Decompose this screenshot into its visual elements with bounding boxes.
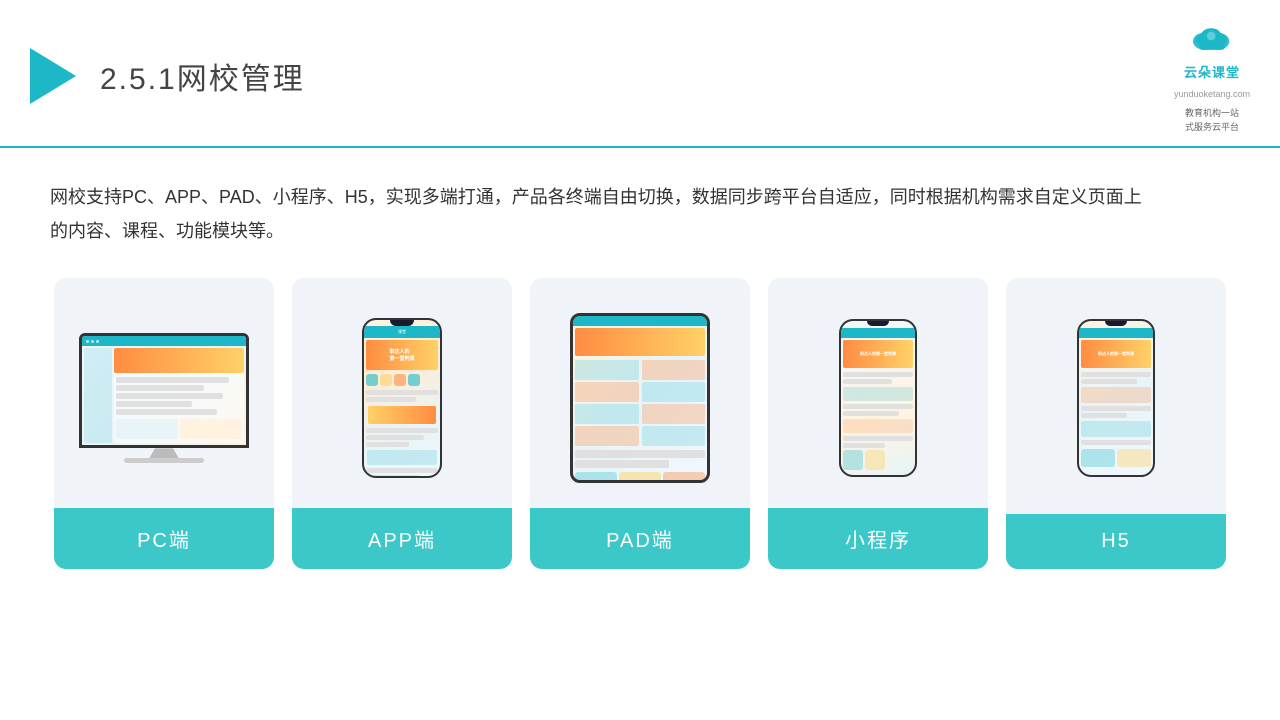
device-cards-container: PC端 课堂 职达人的第一堂判课 [50, 278, 1230, 569]
pad-card-label: PAD端 [530, 508, 750, 569]
brand-logo: 云朵课堂 yunduoketang.com 教育机构一站式服务云平台 [1174, 18, 1250, 134]
h5-phone-body: 职达人的第一堂判课 [1077, 319, 1155, 477]
brand-name: 云朵课堂 [1184, 62, 1240, 81]
brand-url: yunduoketang.com [1174, 89, 1250, 99]
pc-mockup [79, 333, 249, 463]
mini-phone-body: 职达人的第一堂判课 [839, 319, 917, 477]
pc-device-image [54, 278, 274, 508]
mini-phone-mockup: 职达人的第一堂判课 [839, 319, 917, 477]
pad-card: PAD端 [530, 278, 750, 569]
pad-tablet-mockup [570, 313, 710, 483]
page-title: 2.5.1网校管理 [100, 54, 305, 98]
pad-tablet-body [570, 313, 710, 483]
app-device-image: 课堂 职达人的第一堂判课 [292, 278, 512, 508]
h5-phone-mockup: 职达人的第一堂判课 [1077, 319, 1155, 477]
h5-device-image: 职达人的第一堂判课 [1006, 278, 1226, 508]
pad-device-image [530, 278, 750, 508]
cloud-logo-icon [1186, 18, 1238, 54]
mini-card-label: 小程序 [768, 508, 988, 569]
pc-card: PC端 [54, 278, 274, 569]
description-text: 网校支持PC、APP、PAD、小程序、H5，实现多端打通，产品各终端自由切换，数… [50, 180, 1150, 248]
logo-triangle-icon [30, 48, 76, 104]
app-card-label: APP端 [292, 508, 512, 569]
app-card: 课堂 职达人的第一堂判课 [292, 278, 512, 569]
mini-device-image: 职达人的第一堂判课 [768, 278, 988, 508]
pc-card-label: PC端 [54, 508, 274, 569]
header: 2.5.1网校管理 云朵课堂 yunduoketang.com 教育机构一站式服… [0, 0, 1280, 148]
pc-screen [79, 333, 249, 448]
h5-card: 职达人的第一堂判课 [1006, 278, 1226, 569]
header-left: 2.5.1网校管理 [30, 48, 305, 104]
main-content: 网校支持PC、APP、PAD、小程序、H5，实现多端打通，产品各终端自由切换，数… [0, 148, 1280, 589]
h5-card-label: H5 [1006, 514, 1226, 569]
app-phone-body: 课堂 职达人的第一堂判课 [362, 318, 442, 478]
mini-card: 职达人的第一堂判课 [768, 278, 988, 569]
brand-tagline: 教育机构一站式服务云平台 [1185, 107, 1239, 134]
app-phone-mockup: 课堂 职达人的第一堂判课 [362, 318, 442, 478]
